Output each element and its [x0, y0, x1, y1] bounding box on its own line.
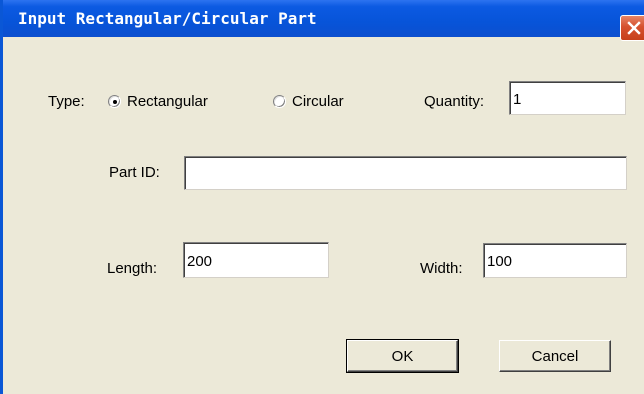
- close-icon: [627, 21, 641, 35]
- radio-selected-dot: [113, 100, 117, 104]
- radio-circular-label[interactable]: Circular: [292, 93, 344, 110]
- close-button[interactable]: [620, 15, 644, 41]
- ok-button[interactable]: OK: [346, 339, 459, 373]
- radio-rectangular-label[interactable]: Rectangular: [127, 93, 208, 110]
- type-label: Type:: [48, 93, 85, 110]
- length-label: Length:: [107, 260, 158, 277]
- dialog-window: Input Rectangular/Circular Part Type: Re…: [0, 0, 644, 394]
- width-label: Width:: [420, 260, 463, 277]
- title-bar[interactable]: Input Rectangular/Circular Part: [3, 0, 644, 41]
- part-id-input[interactable]: [184, 156, 627, 190]
- radio-circular[interactable]: [273, 95, 286, 108]
- width-input[interactable]: [483, 243, 627, 278]
- window-title: Input Rectangular/Circular Part: [18, 9, 317, 28]
- quantity-input[interactable]: [509, 81, 626, 115]
- part-id-label: Part ID:: [109, 164, 160, 181]
- quantity-label: Quantity:: [424, 93, 485, 110]
- cancel-button[interactable]: Cancel: [499, 340, 611, 372]
- radio-rectangular[interactable]: [108, 95, 121, 108]
- length-input[interactable]: [183, 242, 329, 278]
